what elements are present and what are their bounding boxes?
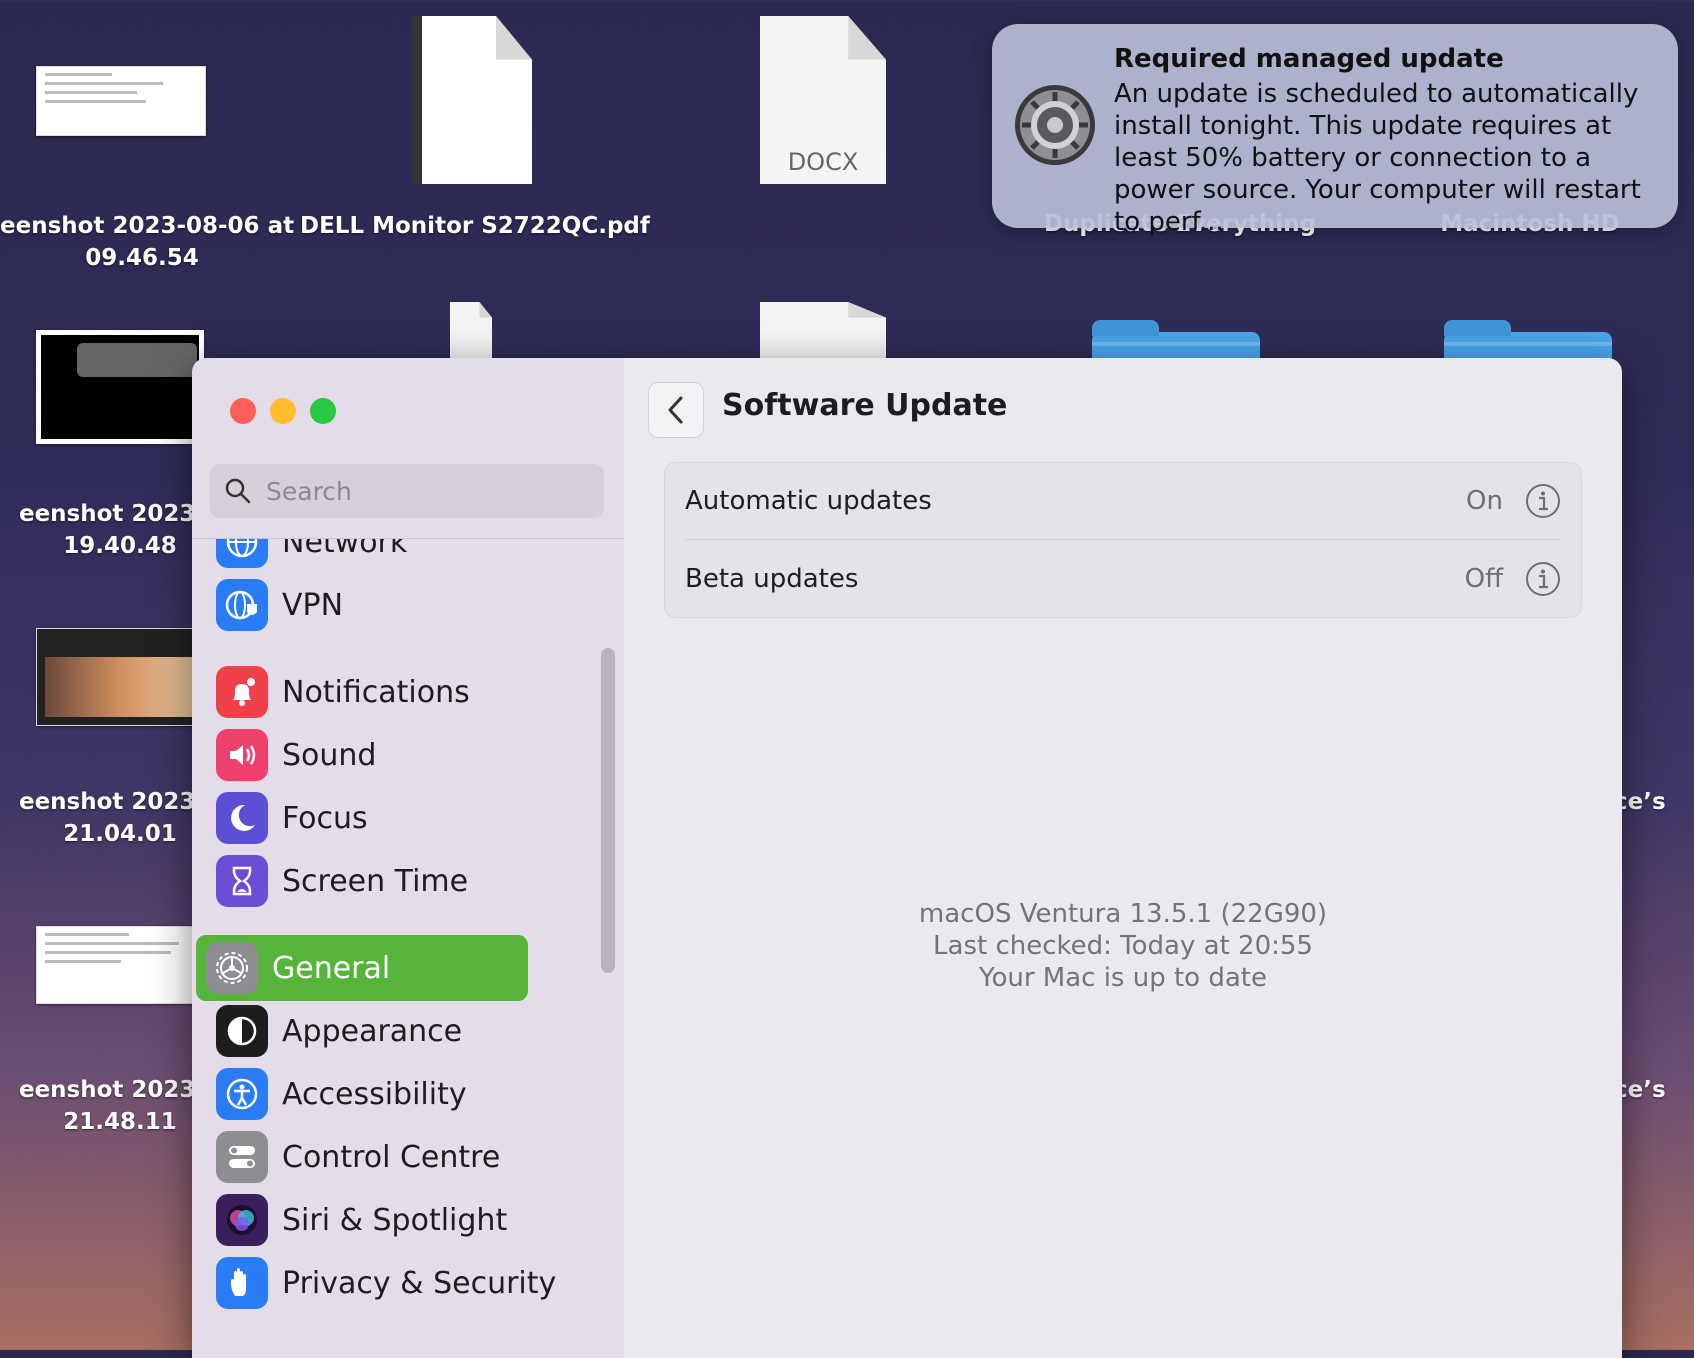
sidebar-item-siri-spotlight[interactable]: Siri & Spotlight xyxy=(206,1187,566,1253)
beta-updates-row[interactable]: Beta updates Off xyxy=(665,541,1581,617)
main-pane: Software Update Automatic updates On Bet… xyxy=(624,358,1622,1358)
sidebar-item-sound[interactable]: Sound xyxy=(206,722,566,788)
desktop-label-screenshot-1[interactable]: eenshot 2023-08-06 at 09.46.54 xyxy=(0,210,294,274)
appearance-icon xyxy=(216,1005,268,1057)
bell-icon xyxy=(216,666,268,718)
hand-icon xyxy=(216,1257,268,1309)
notification-banner[interactable]: Required managed update An update is sch… xyxy=(992,24,1678,237)
moon-icon xyxy=(216,792,268,844)
screenshot-thumbnail-3[interactable] xyxy=(36,628,206,726)
update-status: macOS Ventura 13.5.1 (22G90) Last checke… xyxy=(624,898,1622,994)
sidebar-list: Network VPN Notifications Sound Focus Sc… xyxy=(192,539,624,1358)
row-value: Off xyxy=(1464,564,1503,594)
sidebar-item-notifications[interactable]: Notifications xyxy=(206,659,566,725)
last-checked: Last checked: Today at 20:55 xyxy=(933,931,1313,961)
sidebar: Network VPN Notifications Sound xyxy=(192,358,625,1358)
sidebar-item-vpn[interactable]: VPN xyxy=(206,572,566,638)
vpn-globe-icon xyxy=(216,579,268,631)
sidebar-item-label: Accessibility xyxy=(282,1076,467,1112)
docx-file-icon[interactable]: DOCX xyxy=(760,16,886,184)
os-version: macOS Ventura 13.5.1 (22G90) xyxy=(918,899,1328,929)
sidebar-item-privacy-security[interactable]: Privacy & Security xyxy=(206,1250,566,1316)
sidebar-item-accessibility[interactable]: Accessibility xyxy=(206,1061,566,1127)
chevron-left-icon xyxy=(668,396,683,424)
automatic-updates-row[interactable]: Automatic updates On xyxy=(665,463,1581,539)
row-value: On xyxy=(1466,486,1503,516)
sidebar-item-general[interactable]: General xyxy=(196,935,528,1001)
notification-title: Required managed update xyxy=(1114,44,1504,74)
sidebar-scrollbar[interactable] xyxy=(601,648,615,973)
close-button[interactable] xyxy=(230,398,256,424)
sidebar-item-label: Siri & Spotlight xyxy=(282,1202,508,1238)
screenshot-thumbnail-2[interactable] xyxy=(36,330,204,444)
back-button[interactable] xyxy=(648,382,704,438)
sidebar-item-label: Screen Time xyxy=(282,863,469,899)
gear-icon xyxy=(206,942,258,994)
row-label: Beta updates xyxy=(685,564,859,594)
row-divider xyxy=(685,539,1561,540)
screenshot-thumbnail-1[interactable] xyxy=(36,66,206,136)
settings-panel: Automatic updates On Beta updates Off xyxy=(664,462,1582,618)
row-label: Automatic updates xyxy=(685,486,932,516)
siri-icon xyxy=(216,1194,268,1246)
sidebar-item-network[interactable]: Network xyxy=(206,539,566,575)
sidebar-item-label: General xyxy=(272,950,391,986)
settings-gear-icon xyxy=(1015,85,1095,165)
sidebar-item-label: Network xyxy=(282,539,408,560)
sidebar-item-label: Privacy & Security xyxy=(282,1265,557,1301)
notification-body: An update is scheduled to automatically … xyxy=(1114,79,1641,237)
pdf-file-icon[interactable] xyxy=(412,16,532,184)
up-to-date-message: Your Mac is up to date xyxy=(979,963,1267,993)
search-input[interactable] xyxy=(264,475,588,507)
minimize-button[interactable] xyxy=(270,398,296,424)
info-icon[interactable] xyxy=(1525,483,1561,519)
file-icon-3[interactable] xyxy=(760,302,886,362)
speaker-icon xyxy=(216,729,268,781)
desktop-label-pdf[interactable]: DELL Monitor S2722QC.pdf xyxy=(300,210,650,242)
sidebar-item-screen-time[interactable]: Screen Time xyxy=(206,848,566,914)
search-field[interactable] xyxy=(210,464,604,518)
file-icon-2[interactable] xyxy=(450,302,492,362)
sidebar-item-control-centre[interactable]: Control Centre xyxy=(206,1124,566,1190)
desktop-label-partial-1[interactable]: ce’s xyxy=(1614,786,1694,818)
system-settings-window: Network VPN Notifications Sound xyxy=(192,358,1622,1358)
desktop-label-partial-2[interactable]: ce’s xyxy=(1614,1074,1694,1106)
sidebar-item-focus[interactable]: Focus xyxy=(206,785,566,851)
accessibility-icon xyxy=(216,1068,268,1120)
zoom-button[interactable] xyxy=(310,398,336,424)
globe-icon xyxy=(216,539,268,568)
search-icon xyxy=(225,478,251,504)
sidebar-item-label: VPN xyxy=(282,587,344,623)
toggles-icon xyxy=(216,1131,268,1183)
sidebar-item-appearance[interactable]: Appearance xyxy=(206,998,566,1064)
page-title: Software Update xyxy=(722,388,1008,423)
docx-type-label: DOCX xyxy=(787,148,859,176)
sidebar-item-label: Appearance xyxy=(282,1013,463,1049)
screenshot-thumbnail-4[interactable] xyxy=(36,926,206,1004)
hourglass-icon xyxy=(216,855,268,907)
sidebar-item-label: Focus xyxy=(282,800,368,836)
sidebar-item-label: Control Centre xyxy=(282,1139,501,1175)
sidebar-item-label: Notifications xyxy=(282,674,470,710)
sidebar-item-label: Sound xyxy=(282,737,377,773)
info-icon[interactable] xyxy=(1525,561,1561,597)
